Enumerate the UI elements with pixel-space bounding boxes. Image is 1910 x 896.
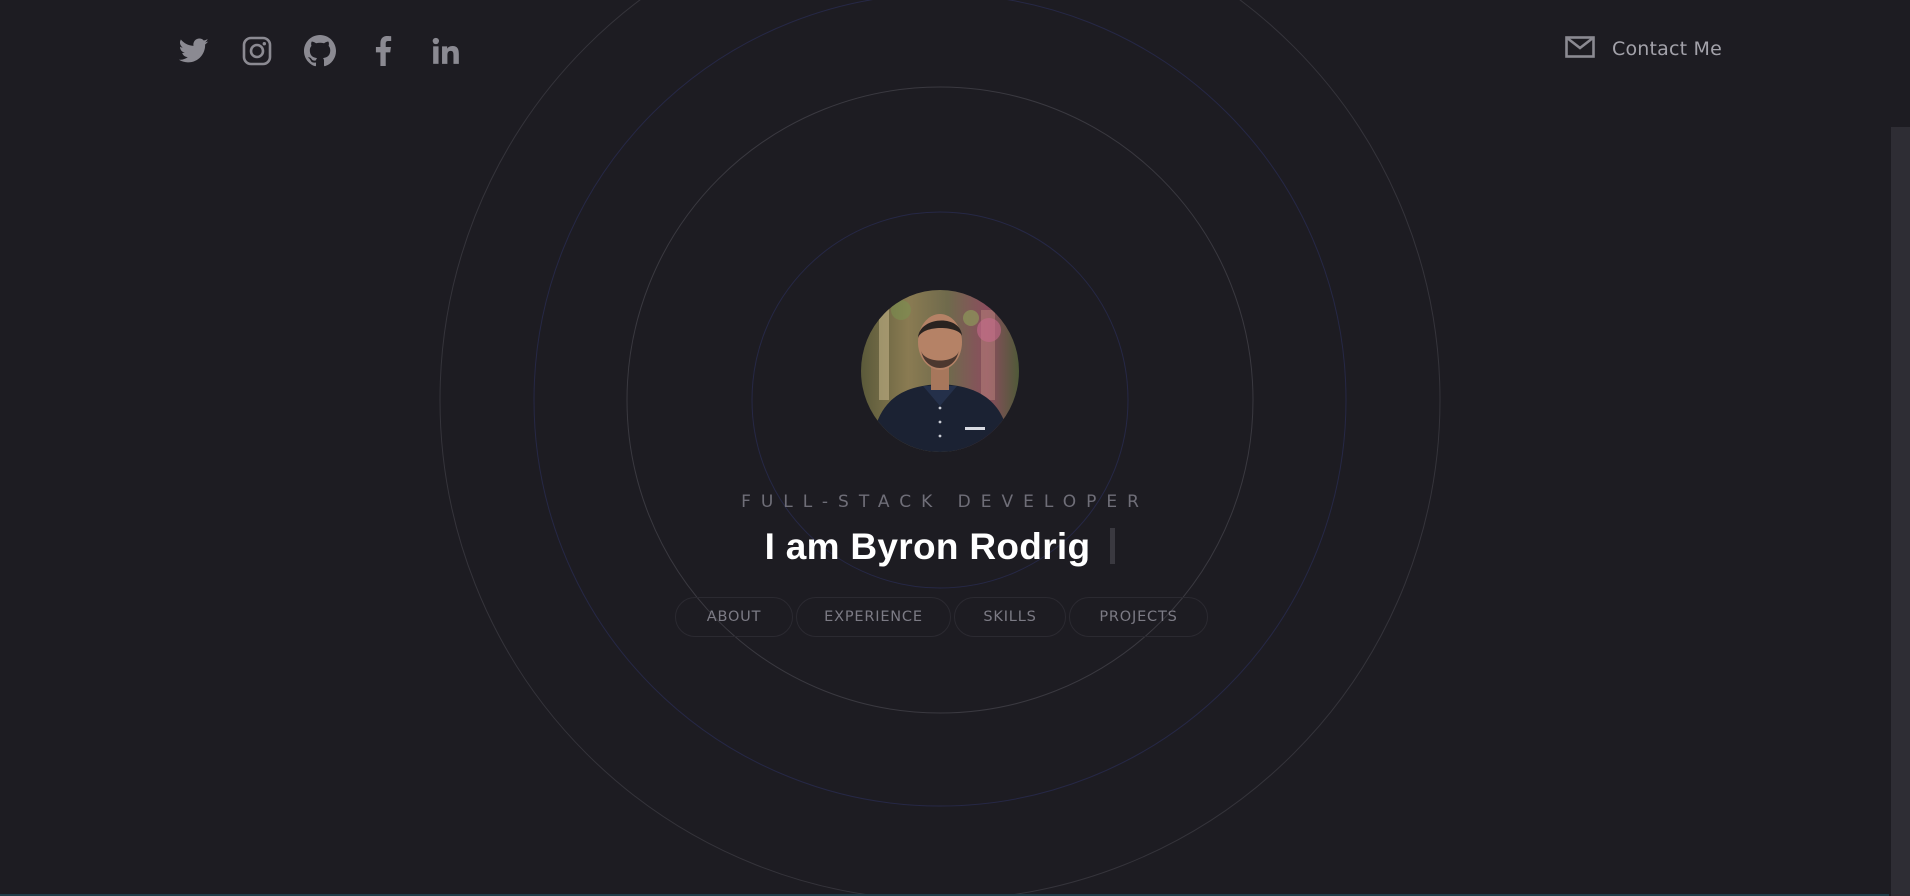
- linkedin-icon[interactable]: [430, 35, 462, 67]
- nav-about-button[interactable]: ABOUT: [675, 597, 793, 637]
- scrollbar-thumb[interactable]: [1891, 127, 1910, 896]
- hero-headline: I am Byron Rodrig: [0, 526, 1880, 568]
- twitter-icon[interactable]: [178, 35, 210, 67]
- nav-skills-button[interactable]: SKILLS: [954, 597, 1066, 637]
- vertical-scrollbar[interactable]: [1889, 0, 1910, 896]
- envelope-icon: [1565, 36, 1595, 62]
- hero-nav: ABOUT EXPERIENCE SKILLS PROJECTS: [675, 597, 1208, 637]
- avatar: [861, 290, 1019, 452]
- hero-subtitle: FULL-STACK DEVELOPER: [741, 492, 1149, 512]
- social-links: [178, 35, 462, 67]
- facebook-icon[interactable]: [367, 35, 399, 67]
- hero-headline-text: I am Byron Rodrig: [764, 526, 1091, 567]
- nav-experience-button[interactable]: EXPERIENCE: [796, 597, 951, 637]
- typing-cursor: [1110, 528, 1116, 564]
- contact-me-label: Contact Me: [1612, 38, 1723, 60]
- nav-projects-button[interactable]: PROJECTS: [1069, 597, 1208, 637]
- contact-me-link[interactable]: Contact Me: [1565, 36, 1722, 62]
- instagram-icon[interactable]: [241, 35, 273, 67]
- page: Contact Me FULL-STACK DEVELOPER I am Byr…: [0, 0, 1910, 896]
- github-icon[interactable]: [304, 35, 336, 67]
